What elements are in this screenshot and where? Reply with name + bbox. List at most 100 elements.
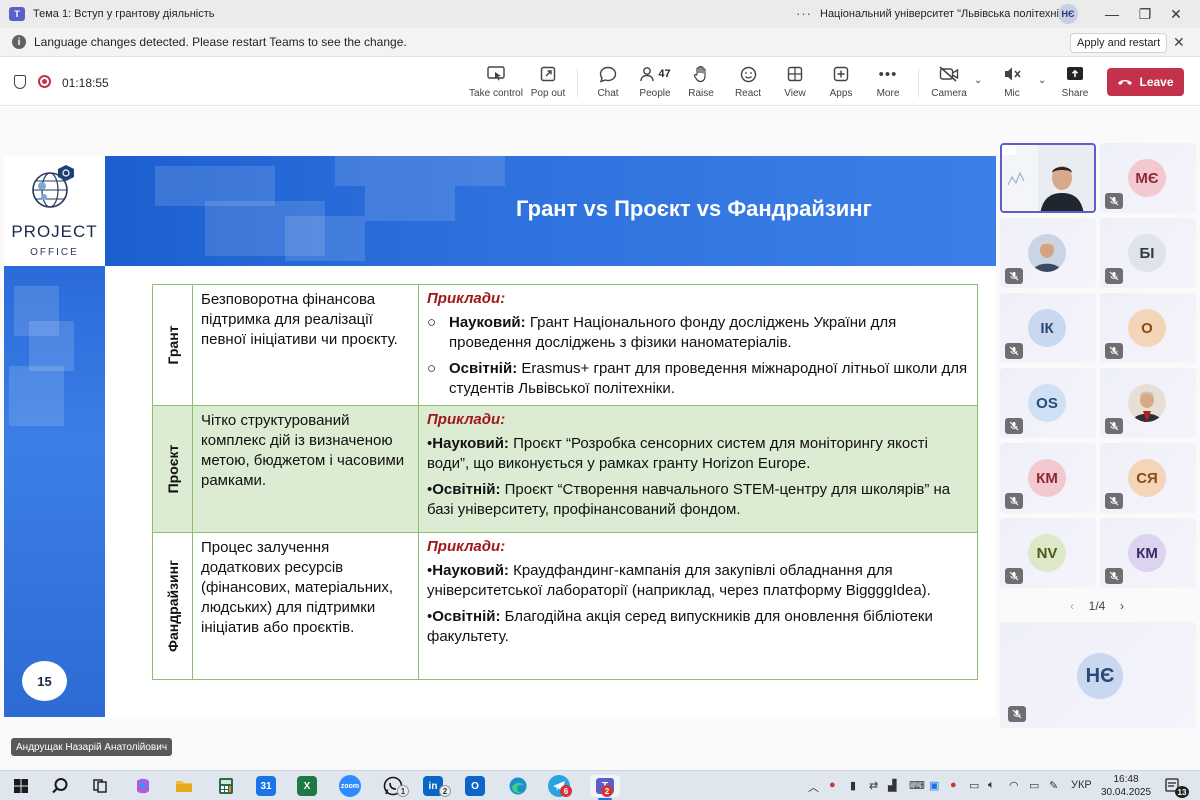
raise-label: Raise [688,88,714,99]
display-tray-icon[interactable]: ▭ [969,779,979,792]
slide-sidebar [4,266,105,717]
close-window-button[interactable]: ✕ [1166,4,1186,24]
task-view-icon[interactable] [88,775,112,797]
react-label: React [734,88,762,99]
muted-icon [1008,706,1026,722]
minimize-button[interactable]: — [1102,4,1122,24]
shield-icon[interactable] [14,75,26,89]
take-control-icon [487,63,505,85]
tray-chevron-icon[interactable]: ︿ [808,779,819,795]
table-row: Грант Безповоротна фінансова підтримка д… [152,284,978,406]
copilot-icon[interactable] [131,775,155,797]
example-item: •Освітній: Проєкт “Створення навчального… [427,480,969,520]
pop-out-icon [540,63,556,85]
muted-icon [1105,193,1123,209]
leave-button[interactable]: Leave [1107,68,1184,96]
share-icon [1066,63,1084,85]
battery-tray-icon[interactable]: ▭ [1029,779,1039,792]
window-title: Тема 1: Вступ у грантову діяльність [33,8,215,20]
toolbar-divider [918,69,919,97]
apps-button[interactable]: Apps [829,63,853,103]
participant-tile[interactable]: КМ [1100,518,1196,588]
teams-badge: 2 [601,785,613,797]
raise-hand-button[interactable]: Raise [688,63,714,103]
self-view-tile[interactable]: НЄ [1000,622,1196,728]
sync-tray-icon[interactable]: ⇄ [869,779,878,792]
wifi-tray-icon[interactable]: ◠ [1009,779,1019,792]
pen-tray-icon[interactable]: ✎ [1049,779,1058,792]
mic-options-chevron-icon[interactable]: ⌄ [1038,75,1046,86]
participant-tile[interactable]: МЄ [1100,143,1196,213]
windows-taskbar: 31 X zoom 1 in 2 O 6 T 2 ︿ ● ▮ ⇄ ▟ ⌨ ▣ ●… [0,770,1200,800]
camera-options-chevron-icon[interactable]: ⌄ [974,75,982,86]
keyboard-tray-icon[interactable]: ⌨ [909,779,925,792]
row-label-cell: Грант [152,284,193,406]
example-kind: Освітній: [432,608,501,625]
avatar: NV [1028,534,1066,572]
globe-logo-icon [32,165,74,208]
avatar: НЄ [1077,653,1123,699]
calendar-icon[interactable]: 31 [256,776,276,796]
pop-out-button[interactable]: Pop out [530,63,566,103]
mic-button[interactable]: Mic [1000,63,1024,103]
volume-tray-icon[interactable]: 🔈︎ [988,779,995,792]
participant-tile[interactable]: БІ [1100,218,1196,288]
maximize-button[interactable]: ❐ [1135,4,1155,24]
participant-tile[interactable]: NV [1000,518,1096,588]
notification-app-tray-icon[interactable]: ● [950,779,957,791]
share-button[interactable]: Share [1062,63,1088,103]
participant-tile[interactable]: О [1100,293,1196,363]
zoom-icon[interactable]: zoom [339,775,361,797]
examples-cell: Приклади: •Науковий: Краудфандинг-кампан… [418,532,978,680]
camera-button[interactable]: Camera [931,63,967,103]
calculator-icon[interactable] [214,775,238,797]
take-control-button[interactable]: Take control [469,63,523,103]
apply-and-restart-button[interactable]: Apply and restart [1070,33,1168,53]
participant-tile[interactable]: КМ [1000,443,1096,513]
security-tray-icon[interactable]: ▣ [929,779,939,792]
participant-tile[interactable]: ІК [1000,293,1096,363]
participant-tile[interactable]: СЯ [1100,443,1196,513]
react-button[interactable]: React [734,63,762,103]
microphone-tray-icon[interactable]: ▮ [850,779,856,792]
participant-tile[interactable] [1100,368,1196,438]
people-icon: 47 [639,63,671,85]
people-button[interactable]: 47 People [638,63,672,103]
participant-tile[interactable] [1000,218,1096,288]
bullet-icon: ○ [427,360,437,377]
clock[interactable]: 16:48 30.04.2025 [1101,773,1151,799]
participant-tile[interactable]: OS [1000,368,1096,438]
example-text: Благодійна акція серед випускників для о… [427,608,933,645]
start-icon[interactable] [9,775,33,797]
example-kind: Освітній: [432,481,501,498]
more-button[interactable]: ••• More [876,63,900,103]
view-label: View [784,88,806,99]
search-icon[interactable] [48,775,72,797]
people-count: 47 [658,68,671,80]
participant-tile-presenter[interactable] [1000,143,1096,213]
edge-icon[interactable] [506,775,530,797]
file-explorer-icon[interactable] [172,775,196,797]
outlook-icon[interactable]: O [465,776,485,796]
muted-icon [1105,418,1123,434]
user-avatar[interactable]: НЄ [1058,4,1078,24]
pager-next-icon[interactable]: › [1120,599,1124,613]
more-options-icon[interactable]: ··· [796,6,812,21]
view-button[interactable]: View [783,63,807,103]
notification-close-icon[interactable]: ✕ [1173,34,1185,51]
tray-app-icon[interactable]: ● [829,779,836,791]
excel-icon[interactable]: X [297,776,317,796]
organization-name[interactable]: Національний університет "Львівська полі… [820,8,1074,20]
language-indicator[interactable]: УКР [1071,779,1092,791]
avatar [1028,234,1066,272]
apps-label: Apps [829,88,853,99]
signal-tray-icon[interactable]: ▟ [888,779,896,792]
notification-count-badge: 13 [1175,786,1189,798]
example-item: •Освітній: Благодійна акція серед випуск… [427,607,969,647]
chat-button[interactable]: Chat [596,63,620,103]
people-label: People [639,88,671,99]
avatar: БІ [1128,234,1166,272]
muted-icon [1005,268,1023,284]
pager-prev-icon[interactable]: ‹ [1070,599,1074,613]
recording-icon [38,75,51,88]
